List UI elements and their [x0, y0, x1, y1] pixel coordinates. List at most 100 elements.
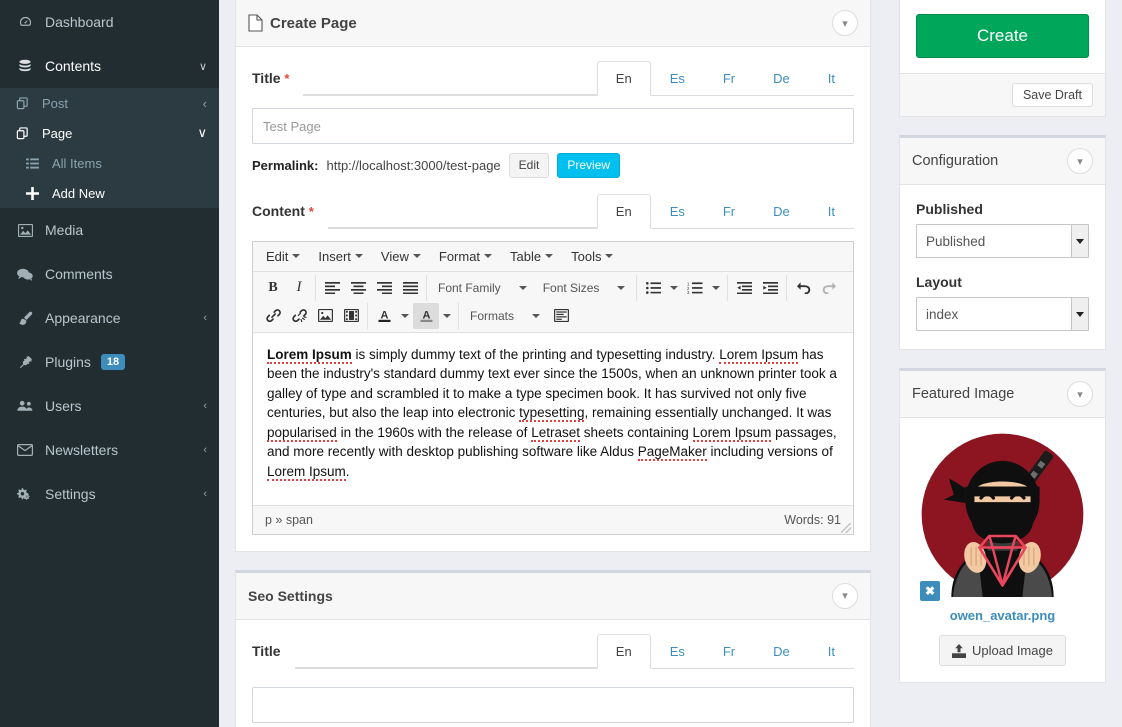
- text-color-icon[interactable]: A: [371, 303, 397, 329]
- italic-icon[interactable]: I: [286, 275, 312, 301]
- layout-label: Layout: [916, 274, 962, 290]
- sidebar-item-label: Plugins: [45, 354, 91, 370]
- sidebar-item-plugins[interactable]: Plugins 18: [0, 340, 219, 384]
- content-tab-lang-es[interactable]: Es: [650, 194, 704, 229]
- layout-select[interactable]: index: [916, 297, 1089, 331]
- align-right-icon[interactable]: [371, 275, 397, 301]
- tab-lang-es[interactable]: Es: [650, 61, 704, 96]
- sidebar-item-comments[interactable]: Comments: [0, 252, 219, 296]
- background-color-dropdown[interactable]: [439, 303, 455, 329]
- featured-image-filename[interactable]: owen_avatar.png: [916, 608, 1089, 623]
- svg-text:A: A: [422, 310, 430, 322]
- menu-view-label: View: [380, 248, 409, 264]
- menu-edit[interactable]: Edit: [257, 245, 309, 268]
- upload-image-button[interactable]: Upload Image: [939, 635, 1066, 666]
- menu-format[interactable]: Format: [430, 245, 501, 268]
- caret-down-icon: [518, 285, 527, 290]
- menu-insert[interactable]: Insert: [309, 245, 372, 268]
- undo-icon[interactable]: [790, 275, 816, 301]
- seo-title-tab-en[interactable]: En: [596, 633, 651, 669]
- content-tab-lang-en[interactable]: En: [596, 193, 651, 229]
- align-justify-icon[interactable]: [397, 275, 423, 301]
- outdent-icon[interactable]: [731, 275, 757, 301]
- sidebar-item-add-new[interactable]: Add New: [0, 178, 219, 208]
- tab-lang-de[interactable]: De: [754, 61, 809, 96]
- menu-table[interactable]: Table: [501, 245, 562, 268]
- create-page-box: Create Page ▾ Title * En Es Fr De It Tes…: [235, 0, 871, 552]
- menu-view[interactable]: View: [372, 245, 430, 268]
- align-center-icon[interactable]: [345, 275, 371, 301]
- background-color-icon[interactable]: A: [413, 302, 439, 329]
- tab-lang-en[interactable]: En: [596, 61, 651, 96]
- seo-title-input[interactable]: [252, 686, 854, 723]
- chevron-down-icon: ▾: [1077, 388, 1083, 401]
- media-icon[interactable]: [338, 303, 364, 329]
- seo-title-tab-es[interactable]: Es: [650, 634, 704, 669]
- permalink-edit-button[interactable]: Edit: [508, 153, 550, 178]
- sidebar-item-dashboard[interactable]: Dashboard: [0, 0, 219, 44]
- image-icon[interactable]: [312, 303, 338, 329]
- published-select[interactable]: Published: [916, 224, 1089, 258]
- formats-select[interactable]: Formats: [462, 303, 548, 329]
- align-left-icon[interactable]: [319, 275, 345, 301]
- font-family-select[interactable]: Font Family: [430, 275, 535, 301]
- image-icon: [15, 223, 35, 237]
- featured-thumbnail-wrap: ✖: [920, 432, 1085, 601]
- toolbar-group-history: [787, 275, 845, 301]
- text-color-split: A: [371, 303, 413, 329]
- link-icon[interactable]: [260, 303, 286, 329]
- permalink-preview-button[interactable]: Preview: [557, 153, 621, 178]
- collapse-featured-image-button[interactable]: ▾: [1067, 381, 1093, 407]
- collapse-seo-settings-button[interactable]: ▾: [832, 582, 858, 609]
- caret-down-icon: [617, 285, 626, 290]
- indent-icon[interactable]: [757, 275, 783, 301]
- unlink-icon[interactable]: [286, 303, 312, 329]
- editor-content-area[interactable]: Lorem Ipsum is simply dummy text of the …: [253, 333, 853, 505]
- sidebar-item-label: Post: [42, 95, 69, 111]
- numbered-list-dropdown[interactable]: [708, 275, 724, 301]
- sidebar-item-appearance[interactable]: Appearance ‹: [0, 296, 219, 340]
- seo-title-tab-de[interactable]: De: [754, 634, 809, 669]
- save-draft-button[interactable]: Save Draft: [1011, 83, 1093, 107]
- collapse-create-page-button[interactable]: ▾: [832, 10, 858, 36]
- toolbar-group-color: A A: [368, 302, 459, 329]
- chevron-left-icon: ‹: [203, 400, 207, 412]
- bold-icon[interactable]: B: [260, 275, 286, 301]
- element-path[interactable]: p » span: [265, 513, 313, 527]
- content-tab-lang-it[interactable]: It: [808, 194, 854, 229]
- seo-title-tab-it[interactable]: It: [808, 634, 854, 669]
- create-page-header: Create Page ▾: [236, 0, 870, 47]
- sidebar-item-settings[interactable]: Settings ‹: [0, 472, 219, 516]
- font-sizes-select[interactable]: Font Sizes: [535, 275, 634, 301]
- title-input[interactable]: [252, 108, 854, 144]
- numbered-list-icon[interactable]: 123: [682, 275, 708, 301]
- bullet-list-icon[interactable]: [640, 275, 666, 301]
- sidebar-item-contents[interactable]: Contents ∨: [0, 44, 219, 88]
- menu-tools[interactable]: Tools: [562, 245, 622, 268]
- text-color-dropdown[interactable]: [397, 303, 413, 329]
- sidebar-item-page[interactable]: Page ∨: [0, 118, 219, 148]
- tab-lang-it[interactable]: It: [808, 61, 854, 96]
- tab-spacer: [303, 94, 597, 95]
- sidebar-item-all-items[interactable]: All Items: [0, 148, 219, 178]
- collapse-configuration-button[interactable]: ▾: [1067, 148, 1093, 174]
- sidebar-item-post[interactable]: Post ‹: [0, 88, 219, 118]
- create-button[interactable]: Create: [916, 14, 1089, 58]
- required-marker: *: [284, 71, 290, 86]
- remove-featured-image-button[interactable]: ✖: [920, 581, 940, 601]
- source-code-icon[interactable]: [548, 303, 574, 329]
- toolbar-group-lists: 123: [637, 274, 729, 301]
- seo-title-tab-fr[interactable]: Fr: [703, 634, 755, 669]
- content-tab-lang-de[interactable]: De: [754, 194, 809, 229]
- sidebar-item-media[interactable]: Media: [0, 208, 219, 252]
- editor-paragraph: Lorem Ipsum is simply dummy text of the …: [267, 346, 837, 481]
- tab-lang-fr[interactable]: Fr: [703, 61, 755, 96]
- users-icon: [15, 400, 35, 412]
- editor-resize-handle[interactable]: [841, 522, 851, 533]
- redo-icon[interactable]: [816, 275, 842, 301]
- caret-down-icon: [670, 285, 679, 290]
- sidebar-item-newsletters[interactable]: Newsletters ‹: [0, 428, 219, 472]
- content-tab-lang-fr[interactable]: Fr: [703, 194, 755, 229]
- sidebar-item-users[interactable]: Users ‹: [0, 384, 219, 428]
- bullet-list-dropdown[interactable]: [666, 275, 682, 301]
